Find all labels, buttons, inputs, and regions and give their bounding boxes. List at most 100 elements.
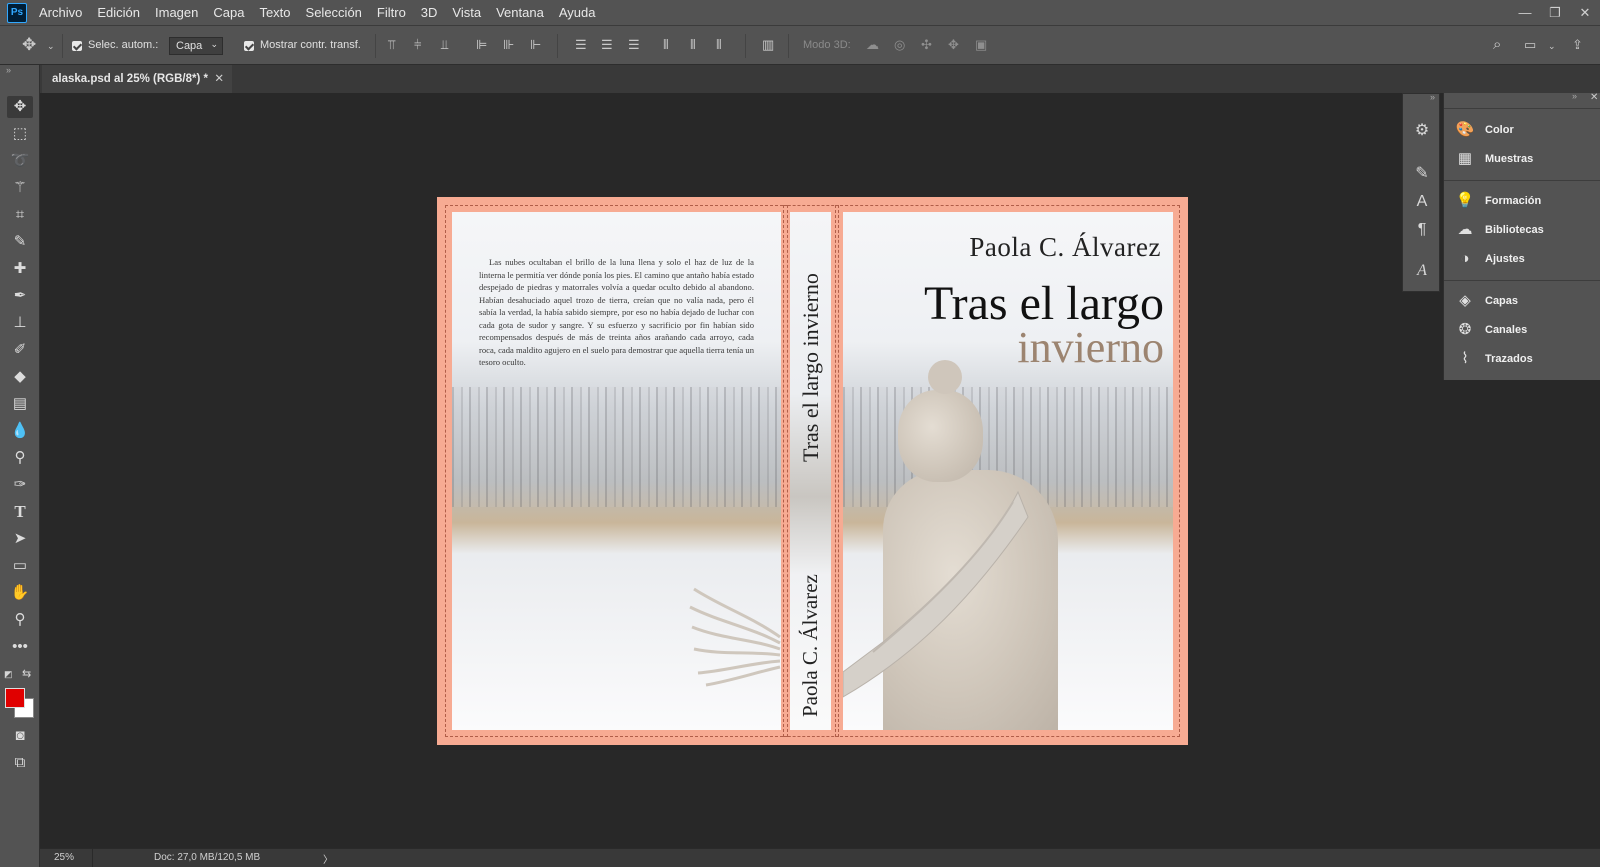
default-colors-icon[interactable]: ◩ bbox=[4, 669, 13, 680]
restore-button[interactable]: ❐ bbox=[1540, 5, 1570, 21]
window-controls: — ❐ ✕ bbox=[1510, 0, 1600, 25]
panel-libraries[interactable]: ☁ Bibliotecas bbox=[1444, 217, 1600, 243]
menu-edicion[interactable]: Edición bbox=[97, 5, 140, 20]
healing-brush-tool-icon[interactable]: ✚ bbox=[7, 258, 33, 280]
menu-texto[interactable]: Texto bbox=[259, 5, 290, 20]
distribute-vcenter-icon[interactable]: ☰ bbox=[601, 37, 613, 53]
panel-layers[interactable]: ◈ Capas bbox=[1444, 288, 1600, 314]
zoom-tool-icon[interactable]: ⚲ bbox=[7, 609, 33, 631]
menu-filtro[interactable]: Filtro bbox=[377, 5, 406, 20]
menu-ayuda[interactable]: Ayuda bbox=[559, 5, 596, 20]
close-icon[interactable]: ✕ bbox=[1590, 92, 1598, 103]
align-vcenter-icon[interactable]: ⫩ bbox=[414, 37, 421, 53]
distribute-left-icon[interactable]: ⦀ bbox=[663, 37, 669, 53]
align-bottom-icon[interactable]: ⫫ bbox=[441, 37, 448, 53]
move-tool-icon[interactable]: ✥ bbox=[22, 35, 36, 55]
search-icon[interactable]: ⌕ bbox=[1493, 36, 1501, 53]
pen-tool-icon[interactable]: ✑ bbox=[7, 474, 33, 496]
quick-mask-icon[interactable]: ◙ bbox=[7, 725, 33, 747]
dodge-tool-icon[interactable]: ⚲ bbox=[7, 447, 33, 469]
menu-seleccion[interactable]: Selección bbox=[306, 5, 362, 20]
collapse-arrows-icon[interactable]: » bbox=[1572, 91, 1577, 101]
marquee-tool-icon[interactable]: ⬚ bbox=[7, 123, 33, 145]
panel-color[interactable]: 🎨 Color bbox=[1444, 117, 1600, 143]
align-left-icon[interactable]: ⊫ bbox=[476, 37, 487, 53]
menu-3d[interactable]: 3D bbox=[421, 5, 438, 20]
type-tool-icon[interactable]: T bbox=[7, 501, 33, 523]
divider bbox=[1444, 280, 1600, 281]
auto-align-icon[interactable]: ▥ bbox=[762, 37, 774, 53]
separator bbox=[375, 34, 376, 58]
distribute-bottom-icon[interactable]: ☰ bbox=[628, 37, 640, 53]
show-transform-checkbox[interactable] bbox=[244, 41, 254, 51]
separator bbox=[92, 849, 93, 867]
menu-ventana[interactable]: Ventana bbox=[496, 5, 544, 20]
panels-dock: » ✕ 🎨 Color ▦ Muestras 💡 Formación ☁ Bibliot… bbox=[1443, 91, 1600, 380]
menu-capa[interactable]: Capa bbox=[213, 5, 244, 20]
path-selection-tool-icon[interactable]: ➤ bbox=[7, 528, 33, 550]
distribute-hcenter-icon[interactable]: ⦀ bbox=[690, 37, 696, 53]
panel-label: Color bbox=[1485, 124, 1514, 136]
crop-tool-icon[interactable]: ⌗ bbox=[7, 204, 33, 226]
screen-mode-icon[interactable]: ⧉ bbox=[7, 752, 33, 774]
panel-paths[interactable]: ⌇ Trazados bbox=[1444, 346, 1600, 372]
align-top-icon[interactable]: ⫪ bbox=[388, 37, 395, 53]
brush-settings-icon[interactable]: ✎ bbox=[1412, 164, 1432, 184]
swap-colors-icon[interactable]: ⇆ bbox=[22, 667, 31, 680]
glyphs-icon[interactable]: A bbox=[1412, 261, 1432, 281]
magic-wand-tool-icon[interactable]: ⚚ bbox=[7, 177, 33, 199]
zoom-level[interactable]: 25% bbox=[54, 852, 74, 863]
eyedropper-tool-icon[interactable]: ✎ bbox=[7, 231, 33, 253]
character-icon[interactable]: A bbox=[1412, 192, 1432, 212]
gradient-tool-icon[interactable]: ▤ bbox=[7, 393, 33, 415]
menu-archivo[interactable]: Archivo bbox=[39, 5, 82, 20]
close-button[interactable]: ✕ bbox=[1570, 5, 1600, 21]
auto-select-checkbox[interactable] bbox=[72, 41, 82, 51]
book-cover-canvas[interactable]: Las nubes ocultaban el brillo de la luna… bbox=[437, 197, 1188, 745]
stamp-tool-icon[interactable]: ⊥ bbox=[7, 312, 33, 334]
auto-select-dropdown[interactable]: Capa ⌄ bbox=[169, 37, 223, 55]
brush-tool-icon[interactable]: ✒ bbox=[7, 285, 33, 307]
panel-label: Formación bbox=[1485, 195, 1542, 207]
align-right-icon[interactable]: ⊩ bbox=[530, 37, 541, 53]
paragraph-icon[interactable]: ¶ bbox=[1412, 220, 1432, 240]
foreground-color-swatch[interactable] bbox=[5, 688, 25, 708]
hand-tool-icon[interactable]: ✋ bbox=[7, 582, 33, 604]
close-icon[interactable]: ✕ bbox=[214, 65, 224, 93]
distribute-top-icon[interactable]: ☰ bbox=[575, 37, 587, 53]
separator bbox=[788, 34, 789, 58]
menu-imagen[interactable]: Imagen bbox=[155, 5, 198, 20]
paths-icon: ⌇ bbox=[1461, 350, 1469, 367]
workspace-icon[interactable]: ▭ bbox=[1524, 37, 1536, 53]
slide-3d-icon[interactable]: ✥ bbox=[948, 37, 959, 53]
history-brush-tool-icon[interactable]: ✐ bbox=[7, 339, 33, 361]
menu-vista[interactable]: Vista bbox=[452, 5, 481, 20]
more-tools-icon[interactable]: ••• bbox=[7, 636, 33, 658]
lasso-tool-icon[interactable]: ➰ bbox=[7, 150, 33, 172]
expand-arrows-icon[interactable]: » bbox=[1430, 92, 1435, 102]
orbit-3d-icon[interactable]: ☁ bbox=[866, 37, 879, 53]
tool-preset-chevron-icon[interactable]: ⌄ bbox=[47, 41, 55, 52]
document-size: Doc: 27,0 MB/120,5 MB bbox=[154, 852, 261, 863]
panel-adjustments[interactable]: ◑ Ajustes bbox=[1444, 246, 1600, 272]
collapse-arrows-icon[interactable]: » bbox=[6, 65, 11, 75]
status-menu-arrow-icon[interactable]: 〉 bbox=[323, 851, 333, 866]
camera-3d-icon[interactable]: ▣ bbox=[975, 37, 987, 53]
distribute-right-icon[interactable]: ⦀ bbox=[716, 37, 722, 53]
properties-icon[interactable]: ⚙ bbox=[1412, 121, 1432, 141]
document-tab[interactable]: alaska.psd al 25% (RGB/8*) * ✕ bbox=[42, 65, 232, 93]
share-icon[interactable]: ⇪ bbox=[1572, 37, 1583, 53]
workspace-chevron-icon[interactable]: ⌄ bbox=[1548, 41, 1556, 52]
eraser-tool-icon[interactable]: ◆ bbox=[7, 366, 33, 388]
align-hcenter-icon[interactable]: ⊪ bbox=[503, 37, 514, 53]
chevron-down-icon: ⌄ bbox=[210, 39, 218, 49]
rectangle-tool-icon[interactable]: ▭ bbox=[7, 555, 33, 577]
blur-tool-icon[interactable]: 💧 bbox=[7, 420, 33, 442]
panel-channels[interactable]: ❂ Canales bbox=[1444, 317, 1600, 343]
move-tool-icon[interactable]: ✥ bbox=[7, 96, 33, 118]
minimize-button[interactable]: — bbox=[1510, 5, 1540, 20]
panel-learn[interactable]: 💡 Formación bbox=[1444, 188, 1600, 214]
roll-3d-icon[interactable]: ◎ bbox=[894, 37, 905, 53]
drag-3d-icon[interactable]: ✣ bbox=[921, 37, 932, 53]
panel-swatches[interactable]: ▦ Muestras bbox=[1444, 146, 1600, 172]
